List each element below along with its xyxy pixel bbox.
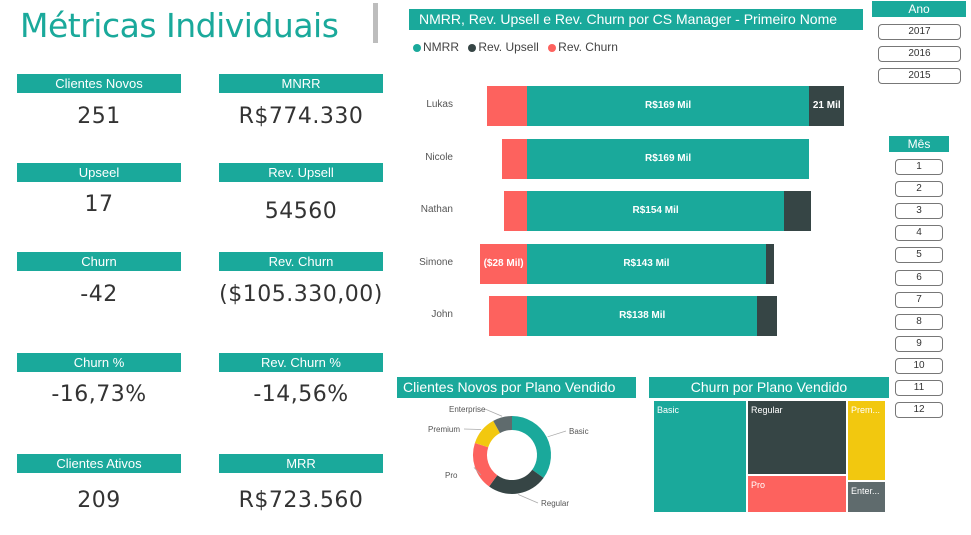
kpi-value-clientes-ativos: 209 <box>77 488 121 513</box>
donut-leader-line <box>518 494 539 504</box>
donut-slice-premium[interactable] <box>474 420 501 448</box>
legend-label: Rev. Churn <box>558 40 618 54</box>
treemap-label: Enter... <box>851 486 880 496</box>
donut-slice-label: Enterprise <box>449 405 486 414</box>
bar-segment-rev-churn[interactable] <box>501 138 527 179</box>
legend-dot-icon <box>548 43 557 52</box>
donut-chart-title: Clientes Novos por Plano Vendido <box>397 377 636 398</box>
kpi-label-clientes-novos: Clientes Novos <box>17 74 181 93</box>
slicer-mes-option-8[interactable]: 8 <box>895 313 943 330</box>
bar-segment-rev-churn[interactable] <box>503 191 527 231</box>
bar-data-label: R$169 Mil <box>645 100 692 111</box>
treemap-label: Pro <box>751 480 766 490</box>
donut-chart[interactable]: Basic Regular Pro Premium Enterprise <box>397 398 636 528</box>
treemap-label: Regular <box>751 405 783 415</box>
donut-slice-basic[interactable] <box>511 416 551 478</box>
bar-category-label: Nicole <box>425 151 453 163</box>
donut-leader-line <box>463 428 482 430</box>
bar-chart-legend: NMRR Rev. Upsell Rev. Churn <box>413 40 624 54</box>
bar-segment-rev-upsell[interactable] <box>765 243 775 284</box>
legend-label: Rev. Upsell <box>478 40 539 54</box>
legend-label: NMRR <box>423 40 459 54</box>
kpi-label-mrr: MRR <box>219 454 383 473</box>
slicer-mes-option-5[interactable]: 5 <box>895 247 943 264</box>
bar-category-label: Nathan <box>420 204 453 215</box>
kpi-label-rev-churn: Rev. Churn <box>219 252 383 271</box>
treemap-cell-regular[interactable]: Regular <box>747 400 847 475</box>
donut-leader-line <box>547 430 567 438</box>
donut-slice-regular[interactable] <box>489 469 544 494</box>
kpi-value-mrr: R$723.560 <box>238 488 364 513</box>
donut-slice-enterprise[interactable] <box>493 416 513 434</box>
kpi-label-mnrr: MNRR <box>219 74 383 93</box>
kpi-value-rev-churn: ($105.330,00) <box>219 282 383 307</box>
slicer-mes-option-7[interactable]: 7 <box>895 291 943 308</box>
donut-slice-label: Pro <box>445 471 458 480</box>
treemap-cell-premium[interactable]: Prem... <box>847 400 886 481</box>
bar-segment-rev-churn[interactable] <box>488 296 527 336</box>
legend-item-rev-churn[interactable]: Rev. Churn <box>548 40 618 54</box>
legend-dot-icon <box>468 43 477 52</box>
treemap-cell-pro[interactable]: Pro <box>747 475 847 513</box>
treemap-title: Churn por Plano Vendido <box>649 377 889 398</box>
treemap-chart[interactable]: Basic Regular Prem... Pro Enter... <box>653 400 886 513</box>
slicer-ano-header: Ano <box>872 1 966 17</box>
kpi-label-clientes-ativos: Clientes Ativos <box>17 454 181 473</box>
kpi-value-upseel: 17 <box>84 192 114 217</box>
slicer-mes-option-10[interactable]: 10 <box>895 357 943 374</box>
kpi-value-clientes-novos: 251 <box>77 104 121 129</box>
donut-leader-line <box>484 408 503 417</box>
legend-dot-icon <box>413 43 421 52</box>
slicer-mes-option-11[interactable]: 11 <box>895 380 943 396</box>
slicer-ano-option-2015[interactable]: 2015 <box>878 68 961 84</box>
page-title: Métricas Individuais <box>20 6 339 45</box>
kpi-value-rev-upsell: 54560 <box>264 199 338 224</box>
donut-slice-label: Basic <box>569 427 589 436</box>
slicer-mes-option-2[interactable]: 2 <box>895 181 943 198</box>
slicer-ano-option-2017[interactable]: 2017 <box>878 24 961 40</box>
bar-data-label: R$143 Mil <box>623 257 670 269</box>
kpi-label-churn-pct: Churn % <box>17 353 181 372</box>
kpi-label-rev-churn-pct: Rev. Churn % <box>219 353 383 372</box>
kpi-value-mnrr: R$774.330 <box>238 104 364 129</box>
bar-data-label: ($28 Mil) <box>483 257 524 269</box>
slicer-mes-option-12[interactable]: 12 <box>895 402 943 419</box>
stacked-bar-chart[interactable]: Lukas R$169 Mil 21 Mil Nicole R$169 Mil Natha… <box>409 70 863 360</box>
kpi-label-rev-upsell: Rev. Upsell <box>219 163 383 182</box>
treemap-cell-enterprise[interactable]: Enter... <box>847 481 886 513</box>
bar-data-label: R$154 Mil <box>632 205 679 216</box>
bar-data-label: R$138 Mil <box>619 310 666 321</box>
slicer-ano-option-2016[interactable]: 2016 <box>878 46 961 62</box>
donut-slice-label: Premium <box>428 425 460 434</box>
kpi-label-churn: Churn <box>17 252 181 271</box>
bar-category-label: Simone <box>419 256 453 268</box>
bar-data-label: R$169 Mil <box>645 152 692 164</box>
bar-category-label: John <box>431 309 453 320</box>
bar-category-label: Lukas <box>426 99 453 110</box>
treemap-label: Basic <box>657 405 680 415</box>
legend-item-rev-upsell[interactable]: Rev. Upsell <box>468 40 539 54</box>
slicer-mes-option-9[interactable]: 9 <box>895 335 943 352</box>
donut-slice-label: Regular <box>541 499 569 508</box>
slicer-mes-option-3[interactable]: 3 <box>895 203 943 220</box>
legend-item-nmrr[interactable]: NMRR <box>413 40 459 54</box>
slicer-mes-option-6[interactable]: 6 <box>895 269 943 286</box>
bar-chart-title: NMRR, Rev. Upsell e Rev. Churn por CS Ma… <box>409 9 863 30</box>
kpi-label-upseel: Upseel <box>17 163 181 182</box>
bar-segment-rev-churn[interactable] <box>486 86 527 126</box>
slicer-mes-header: Mês <box>889 136 949 152</box>
bar-segment-rev-upsell[interactable] <box>784 191 811 231</box>
bar-data-label: 21 Mil <box>812 100 841 111</box>
treemap-label: Prem... <box>851 405 881 415</box>
bar-segment-rev-upsell[interactable] <box>757 296 778 336</box>
kpi-value-churn-pct: -16,73% <box>51 382 147 407</box>
donut-slice-pro[interactable] <box>473 442 498 487</box>
kpi-value-churn: -42 <box>80 282 118 307</box>
treemap-cell-basic[interactable]: Basic <box>653 400 747 513</box>
slicer-mes-option-4[interactable]: 4 <box>895 225 943 242</box>
slicer-mes-option-1[interactable]: 1 <box>895 159 943 175</box>
kpi-value-rev-churn-pct: -14,56% <box>253 382 349 407</box>
title-divider <box>373 3 378 43</box>
